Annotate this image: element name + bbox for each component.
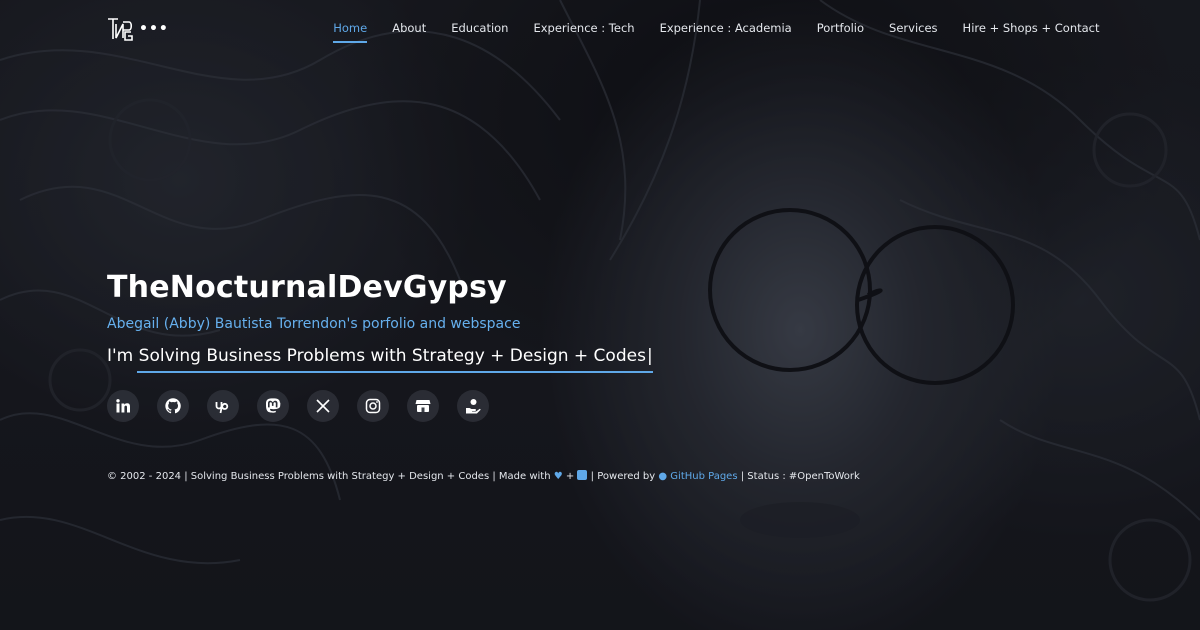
x-twitter-link[interactable] [307, 390, 339, 422]
shop-icon [415, 400, 431, 412]
code-box-icon [577, 470, 588, 480]
logo-more-icon[interactable]: ••• [139, 21, 169, 37]
heart-icon: ♥ [553, 471, 563, 482]
social-links [107, 390, 653, 422]
mastodon-icon [265, 398, 281, 413]
upwork-icon [215, 402, 229, 414]
nav-portfolio[interactable]: Portfolio [804, 21, 876, 35]
instagram-link[interactable] [357, 390, 389, 422]
main-nav: Home About Education Experience : Tech E… [321, 21, 1112, 43]
site-logo[interactable]: ••• [107, 16, 169, 42]
mastodon-link[interactable] [257, 390, 289, 422]
upwork-link[interactable] [207, 390, 239, 422]
nav-experience-tech[interactable]: Experience : Tech [521, 21, 647, 35]
github-link[interactable] [157, 390, 189, 422]
footer-powered: | Powered by [590, 471, 656, 482]
nav-education[interactable]: Education [439, 21, 521, 35]
instagram-icon [365, 398, 381, 414]
shop-link[interactable] [407, 390, 439, 422]
nav-home[interactable]: Home [321, 21, 380, 43]
hire-hand-icon [466, 399, 481, 414]
typing-cursor: | [646, 346, 653, 366]
typed-text: I'm Solving Business Problems with Strat… [107, 346, 646, 366]
linkedin-link[interactable] [107, 390, 139, 422]
nav-services[interactable]: Services [877, 21, 951, 35]
site-subtitle: Abegail (Abby) Bautista Torrendon's porf… [107, 316, 521, 332]
footer-copyright: © 2002 - 2024 | Solving Business Problem… [107, 471, 551, 482]
nav-hire-shops-contact[interactable]: Hire + Shops + Contact [950, 21, 1112, 35]
footer-line: © 2002 - 2024 | Solving Business Problem… [107, 470, 860, 482]
nav-about[interactable]: About [380, 21, 439, 35]
typed-tagline: I'm Solving Business Problems with Strat… [107, 346, 653, 373]
footer-plus: + [565, 471, 575, 482]
site-header: ••• Home About Education Experience : Te… [0, 0, 1200, 58]
tndg-logo-icon [107, 16, 133, 42]
github-icon [165, 398, 181, 414]
hero-section: TheNocturnalDevGypsy Abegail (Abby) Baut… [107, 270, 653, 422]
site-title: TheNocturnalDevGypsy [107, 270, 507, 305]
hire-link[interactable] [457, 390, 489, 422]
nav-experience-academia[interactable]: Experience : Academia [647, 21, 804, 35]
footer-status: | Status : #OpenToWork [740, 471, 860, 482]
github-footer-icon: ● [658, 471, 668, 482]
github-pages-link[interactable]: GitHub Pages [670, 471, 737, 482]
x-twitter-icon [316, 399, 330, 413]
linkedin-icon [116, 399, 130, 413]
